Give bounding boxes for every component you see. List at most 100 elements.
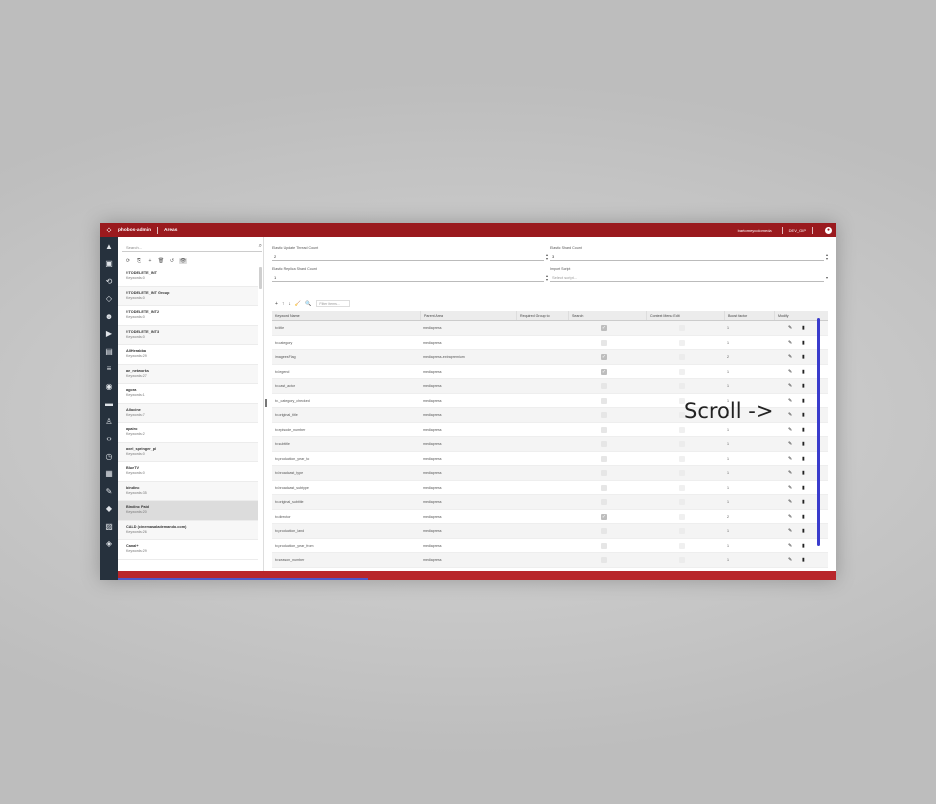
search-checkbox[interactable]	[601, 484, 607, 491]
table-row[interactable]: imageesFlag mediapress-extrapremium ✓ 2 ✎ ▮	[272, 350, 828, 365]
search-checkbox[interactable]	[601, 441, 607, 447]
column-header[interactable]: Keyword Name	[272, 311, 420, 320]
history-icon[interactable]: ◷	[103, 450, 115, 462]
stepper-icon[interactable]: ▴ ▾	[826, 253, 828, 261]
trash-icon[interactable]: ▮	[802, 336, 805, 350]
pencil-icon[interactable]: ✎	[788, 510, 792, 524]
eye-icon[interactable]: 👁	[179, 258, 187, 264]
replica-count-input[interactable]: 1 ▴ ▾	[272, 274, 548, 282]
trash-icon[interactable]: ▮	[802, 437, 805, 451]
search-checkbox[interactable]	[601, 412, 607, 418]
search-checkbox[interactable]	[601, 455, 607, 462]
trash-icon[interactable]: ▮	[802, 321, 805, 335]
trash-icon[interactable]: ▮	[802, 350, 805, 364]
pencil-icon[interactable]: ✎	[788, 553, 792, 567]
context-menu-edit-checkbox[interactable]	[679, 513, 685, 520]
layers-icon[interactable]: ◈	[103, 538, 115, 550]
list-icon[interactable]: ≡	[103, 363, 115, 375]
code-icon[interactable]: ‹›	[103, 433, 115, 445]
trash-icon[interactable]: ▮	[802, 466, 805, 480]
context-menu-edit-checkbox[interactable]	[679, 542, 685, 549]
list-item[interactable]: Bindinc Paid Keywords:20	[118, 501, 258, 521]
camera-icon[interactable]: ◉	[103, 380, 115, 392]
context-menu-edit-checkbox[interactable]	[679, 484, 685, 491]
pencil-icon[interactable]: ✎	[788, 408, 792, 422]
list-item[interactable]: BlueTV Keywords:0	[118, 462, 258, 482]
image-icon[interactable]: ▨	[103, 520, 115, 532]
pencil-icon[interactable]: ✎	[788, 321, 792, 335]
stepper-icon[interactable]: ▴ ▾	[546, 253, 548, 261]
subtitles-icon[interactable]: ▤	[103, 345, 115, 357]
breadcrumb[interactable]: Areas	[164, 228, 177, 233]
pencil-icon[interactable]: ✎	[788, 394, 792, 408]
pencil-icon[interactable]: ✎	[788, 437, 792, 451]
context-menu-edit-checkbox[interactable]	[679, 354, 685, 360]
trash-icon[interactable]: ▮	[802, 394, 805, 408]
grid-dots-icon[interactable]: ⁘	[100, 223, 118, 237]
search-checkbox[interactable]: ✓	[601, 325, 607, 331]
list-item[interactable]: !!TODELETE_INT3 Keywords:0	[118, 325, 258, 345]
context-menu-edit-checkbox[interactable]	[679, 499, 685, 505]
search-icon[interactable]: 🔍	[305, 301, 311, 307]
pencil-icon[interactable]: ✎	[103, 485, 115, 497]
search-checkbox[interactable]	[601, 426, 607, 433]
list-item[interactable]: CALD (cinemasalademando.com) Keywords:26	[118, 520, 258, 540]
table-row[interactable]: tv.title mediapress ✓ 1 ✎ ▮	[272, 321, 828, 336]
clear-filter-icon[interactable]: 🧹	[295, 301, 301, 307]
pencil-icon[interactable]: ✎	[788, 379, 792, 393]
id-card-icon[interactable]: ▣	[103, 258, 115, 270]
delete-icon[interactable]: 🗑	[157, 258, 165, 264]
refresh-icon[interactable]: ⟳	[124, 258, 132, 264]
search-icon[interactable]: ⌕	[259, 243, 262, 250]
list-item[interactable]: apairo Keywords:2	[118, 423, 258, 443]
search-checkbox[interactable]	[601, 470, 607, 476]
username[interactable]: bartomeycolomeda	[738, 228, 772, 233]
list-item[interactable]: !!TODELETE_INT Group Keywords:0	[118, 286, 258, 306]
tag-outline-icon[interactable]: ◇	[103, 293, 115, 305]
warning-icon[interactable]: ▲	[103, 240, 115, 252]
trash-icon[interactable]: ▮	[802, 408, 805, 422]
pencil-icon[interactable]: ✎	[788, 481, 792, 495]
search-checkbox[interactable]: ✓	[601, 513, 607, 520]
table-row[interactable]: tv.production_land mediapress 1 ✎ ▮	[272, 524, 828, 539]
list-item[interactable]: ae_networks Keywords:27	[118, 364, 258, 384]
column-header[interactable]: Required Group to	[516, 311, 568, 320]
trash-icon[interactable]: ▮	[802, 379, 805, 393]
pencil-icon[interactable]: ✎	[788, 539, 792, 553]
user-circle-icon[interactable]: ●	[825, 226, 832, 234]
table-row[interactable]: tv.director mediapress ✓ 2 ✎ ▮	[272, 510, 828, 524]
table-row[interactable]: tv.season_number mediapress 1 ✎ ▮	[272, 553, 828, 568]
context-menu-edit-checkbox[interactable]	[679, 383, 685, 389]
move-down-icon[interactable]: ↓	[288, 301, 291, 307]
sync-icon[interactable]: ⟲	[103, 275, 115, 287]
table-row[interactable]: tv.subtitle mediapress 1 ✎ ▮	[272, 437, 828, 452]
search-checkbox[interactable]	[601, 557, 607, 563]
trash-icon[interactable]: ▮	[802, 481, 805, 495]
context-menu-edit-checkbox[interactable]	[679, 339, 685, 346]
pencil-icon[interactable]: ✎	[788, 452, 792, 466]
trash-icon[interactable]: ▮	[802, 452, 805, 466]
list-item[interactable]: axel_springer_pl Keywords:0	[118, 442, 258, 462]
trash-icon[interactable]: ▮	[802, 365, 805, 379]
column-header[interactable]: Boost factor	[724, 311, 774, 320]
chevron-down-icon[interactable]: ▾	[826, 276, 828, 280]
add-icon[interactable]: +	[146, 258, 154, 264]
search-checkbox[interactable]	[601, 339, 607, 346]
search-checkbox[interactable]: ✓	[601, 368, 607, 375]
search-input[interactable]: Search... ⌕	[122, 243, 262, 252]
stepper-icon[interactable]: ▴ ▾	[546, 274, 548, 282]
column-header[interactable]: Context Menu Edit	[646, 311, 724, 320]
column-header[interactable]: Parent Area	[420, 311, 516, 320]
table-row[interactable]: tv.production_year_from mediapress 1 ✎ ▮	[272, 539, 828, 553]
list-item[interactable]: !!TODELETE_INT2 Keywords:0	[118, 306, 258, 326]
pencil-icon[interactable]: ✎	[788, 423, 792, 437]
search-checkbox[interactable]	[601, 383, 607, 389]
table-row[interactable]: tv.category mediapress 1 ✎ ▮	[272, 336, 828, 350]
grid-icon[interactable]: ▦	[103, 468, 115, 480]
list-item[interactable]: bindinc Keywords:35	[118, 481, 258, 501]
search-checkbox[interactable]	[601, 542, 607, 549]
copy-icon[interactable]: ⎘	[135, 258, 143, 264]
list-item[interactable]: Canal+ Keywords:29	[118, 540, 258, 560]
trash-icon[interactable]: ▮	[802, 495, 805, 509]
context-menu-edit-checkbox[interactable]	[679, 368, 685, 375]
